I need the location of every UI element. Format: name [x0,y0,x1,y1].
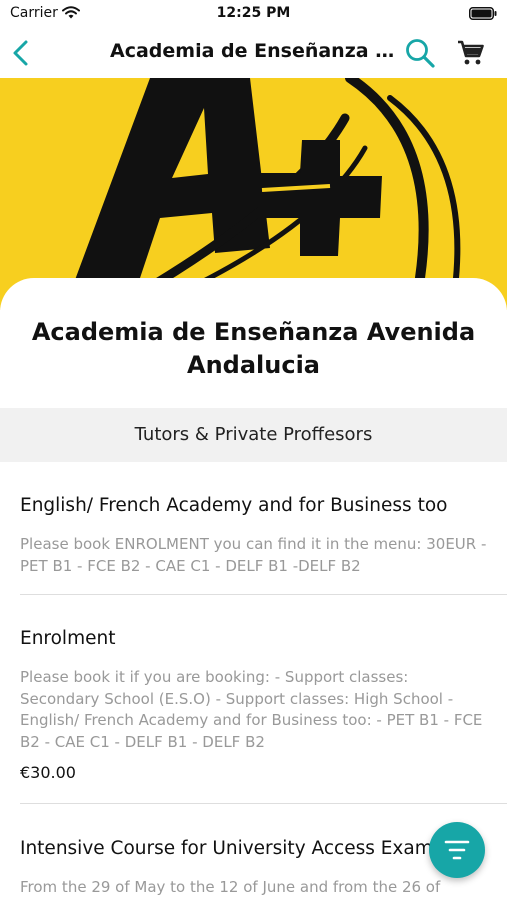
item-description: From the 29 of May to the 12 of June and… [20,878,441,896]
item-description: Please book ENROLMENT you can find it in… [20,535,487,575]
nav-title: Academia de Enseñanza Av... [110,40,400,62]
list-item[interactable]: Intensive Course for University Access E… [20,837,487,899]
item-title: Enrolment [20,628,116,649]
back-chevron-icon[interactable] [8,38,32,68]
category-label: Tutors & Private Proffesors [134,424,373,445]
item-title: English/ French Academy and for Business… [20,495,448,516]
battery-icon [469,7,497,20]
status-bar: Carrier 12:25 PM [0,0,507,28]
academy-logo [72,78,461,303]
status-time: 12:25 PM [216,5,291,21]
hero-banner [0,78,507,310]
cart-icon[interactable] [457,39,485,67]
shop-name: Academia de Enseñanza Avenida Andalucia [31,318,476,379]
list-item[interactable]: Enrolment Please book it if you are book… [20,627,487,782]
divider [20,803,507,804]
item-price: €30.00 [20,763,76,782]
item-title: Intensive Course for University Access E… [20,838,443,859]
item-description: Please book it if you are booking: - Sup… [20,668,483,751]
divider [20,594,507,595]
category-band: Tutors & Private Proffesors [0,408,507,462]
filter-button[interactable] [429,822,485,878]
search-icon[interactable] [404,37,436,69]
nav-bar: Academia de Enseñanza Av... [0,28,507,78]
filter-icon [444,840,470,860]
list-item[interactable]: English/ French Academy and for Business… [20,494,487,577]
shop-card: Academia de Enseñanza Avenida Andalucia … [0,278,507,900]
